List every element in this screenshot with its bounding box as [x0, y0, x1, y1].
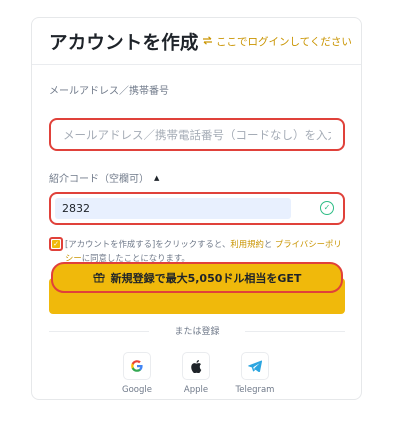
google-icon — [123, 352, 151, 380]
email-field-wrapper — [49, 118, 345, 151]
caret-up-icon: ▲ — [154, 173, 160, 182]
or-line-right — [245, 331, 345, 332]
referral-value: 2832 — [62, 202, 90, 215]
signup-button[interactable]: 新規登録で最大5,050ドル相当をGET — [51, 262, 343, 293]
login-link[interactable]: ここでログインしてください — [202, 34, 352, 49]
google-label: Google — [122, 385, 152, 395]
signup-card: アカウントを作成 ここでログインしてください メールアドレス／携帯番号 紹介コー… — [31, 17, 362, 400]
terms-link[interactable]: 利用規約 — [230, 239, 264, 249]
agreement-text: [アカウントを作成する]をクリックすると、利用規約と プライバシーポリシーに同意… — [65, 237, 350, 265]
gift-icon — [93, 268, 105, 287]
apple-label: Apple — [183, 385, 209, 395]
check-circle-icon: ✓ — [320, 201, 334, 215]
referral-toggle[interactable]: 紹介コード（空欄可） ▲ — [49, 170, 160, 186]
agreement-prefix: [アカウントを作成する]をクリックすると、 — [65, 239, 231, 249]
or-divider: または登録 — [49, 324, 345, 338]
page-title: アカウントを作成 — [49, 33, 199, 54]
telegram-label: Telegram — [235, 385, 275, 395]
signup-button-label: 新規登録で最大5,050ドル相当をGET — [110, 271, 302, 285]
referral-label: 紹介コード（空欄可） — [49, 174, 149, 185]
google-signup-button[interactable]: Google — [119, 352, 155, 395]
card-header: アカウントを作成 ここでログインしてください — [32, 18, 361, 64]
apple-signup-button[interactable]: Apple — [178, 352, 214, 395]
swap-icon — [202, 35, 213, 48]
telegram-signup-button[interactable]: Telegram — [236, 352, 274, 395]
login-link-label: ここでログインしてください — [216, 36, 352, 48]
agreement-connector: と — [263, 239, 275, 249]
agreement-checkbox[interactable]: ✓ — [49, 237, 63, 251]
email-label: メールアドレス／携帯番号 — [49, 86, 169, 97]
apple-icon — [182, 352, 210, 380]
telegram-icon — [241, 352, 269, 380]
header-divider — [32, 64, 361, 65]
email-field[interactable] — [51, 120, 343, 149]
referral-field[interactable]: 2832 ✓ — [49, 192, 345, 225]
check-icon: ✓ — [52, 240, 60, 248]
autofill-highlight — [55, 198, 291, 219]
